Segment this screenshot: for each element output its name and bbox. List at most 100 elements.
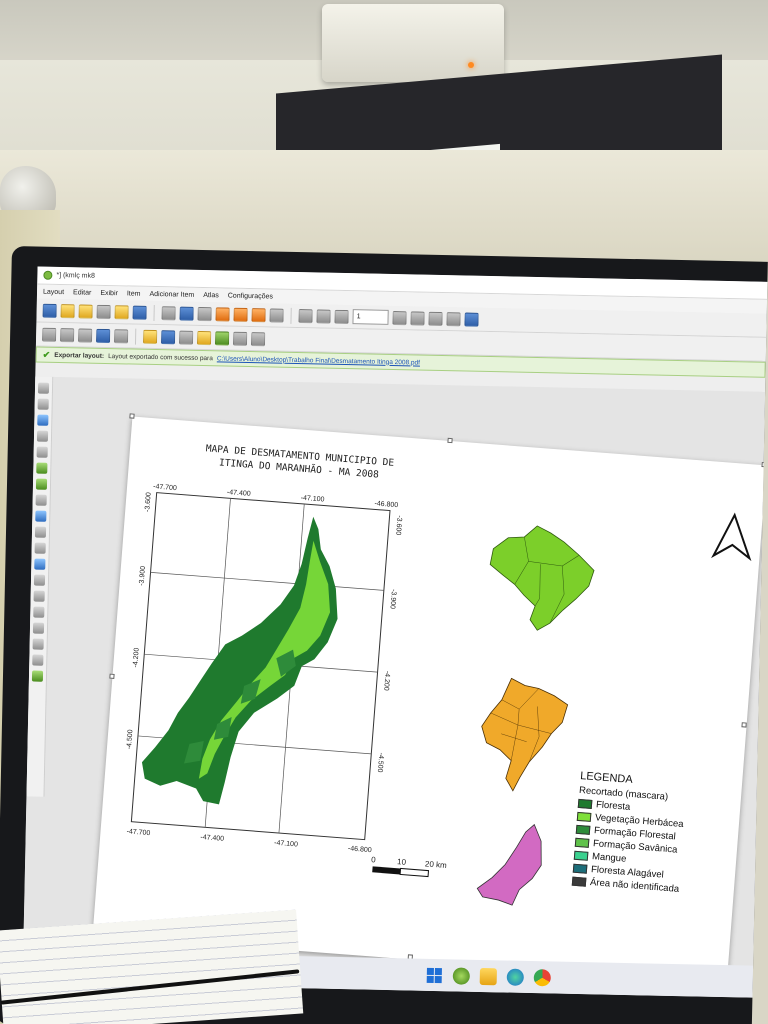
layout-manager-icon[interactable] (96, 304, 111, 319)
export-atlas-icon[interactable] (446, 311, 461, 326)
zoom-in-icon[interactable] (42, 327, 57, 342)
align-items-icon[interactable] (214, 330, 230, 346)
selection-handle[interactable] (741, 722, 747, 728)
right-tick-label: -3.600 (394, 515, 403, 535)
add-fixed-table-icon[interactable] (31, 670, 44, 682)
add-picture-icon[interactable] (35, 494, 47, 506)
add-north-arrow-icon[interactable] (34, 558, 46, 570)
layout-canvas[interactable]: MAPA DE DESMATAMENTO MUNICIPIO DE ITINGA… (22, 376, 767, 998)
message-title: Exportar layout: (54, 351, 105, 360)
new-layout-icon[interactable] (60, 303, 75, 318)
previous-feature-icon[interactable] (334, 309, 349, 324)
menu-configuracoes[interactable]: Configurações (228, 292, 273, 300)
print-icon[interactable] (179, 306, 194, 321)
left-tick-label: -4.200 (132, 647, 141, 667)
menu-atlas[interactable]: Atlas (203, 292, 219, 299)
undo-icon[interactable] (251, 307, 266, 322)
atlas-page-field[interactable]: 1 (352, 309, 389, 325)
inset-brazil-map[interactable] (477, 518, 607, 639)
add-shape-icon[interactable] (33, 574, 46, 586)
scale-bar[interactable]: 0 10 20 km (367, 852, 479, 890)
add-scalebar-icon[interactable] (34, 542, 46, 554)
refresh-icon[interactable] (96, 328, 111, 343)
add-attribute-table-icon[interactable] (32, 654, 44, 666)
map-title: MAPA DE DESMATAMENTO MUNICIPIO DE ITINGA… (199, 442, 400, 483)
windows-icon[interactable] (425, 966, 442, 983)
north-arrow-icon[interactable] (709, 509, 757, 564)
zoom-tool-icon[interactable] (37, 398, 49, 410)
open-folder-icon[interactable] (114, 304, 129, 319)
main-map[interactable]: -47.700 -47.400 -47.100 -46.800 -47.700 -47.4… (111, 477, 409, 877)
lock-items-icon[interactable] (113, 328, 129, 343)
atlas-preview-icon[interactable] (298, 308, 313, 323)
top-tick-label: -47.700 (153, 483, 177, 492)
redo-icon[interactable] (269, 307, 284, 323)
add-3d-map-icon[interactable] (35, 478, 48, 490)
group-items-icon[interactable] (142, 329, 158, 344)
toolbar-separator (290, 307, 292, 324)
pan-hand-icon[interactable] (37, 382, 50, 394)
selection-handle[interactable] (109, 673, 115, 679)
monitor: *] (kmlç mk8 Layout Editar Exibir Item A… (0, 246, 768, 1024)
last-feature-icon[interactable] (410, 310, 425, 326)
chrome-icon[interactable] (533, 968, 551, 986)
zoom-full-icon[interactable] (78, 327, 93, 343)
duplicate-layout-icon[interactable] (78, 303, 93, 319)
edge-icon[interactable] (506, 968, 524, 986)
menu-editar[interactable]: Editar (73, 289, 91, 296)
inset-itinga-map[interactable] (472, 816, 559, 912)
print-atlas-icon[interactable] (428, 311, 443, 326)
add-html-icon[interactable] (32, 638, 44, 650)
add-node-item-icon[interactable] (32, 622, 45, 634)
selection-handle[interactable] (447, 437, 453, 444)
selection-handle[interactable] (761, 461, 767, 468)
screen: *] (kmlç mk8 Layout Editar Exibir Item A… (22, 266, 768, 998)
ungroup-items-icon[interactable] (160, 329, 176, 344)
export-path-link[interactable]: C:\Users\Aluno\Desktop\Trabalho Final\De… (217, 355, 420, 366)
resize-items-icon[interactable] (250, 331, 266, 346)
raise-items-icon[interactable] (178, 330, 194, 345)
export-image-icon[interactable] (197, 306, 212, 321)
file-explorer-icon[interactable] (479, 967, 497, 985)
select-move-icon[interactable] (37, 414, 49, 426)
menu-item[interactable]: Item (127, 290, 141, 297)
legend-swatch (572, 863, 588, 874)
menu-exibir[interactable]: Exibir (100, 289, 118, 296)
next-feature-icon[interactable] (392, 310, 407, 325)
edit-nodes-icon[interactable] (36, 446, 48, 458)
export-pdf-icon[interactable] (233, 307, 248, 322)
menu-layout[interactable]: Layout (43, 288, 64, 295)
itinga-inset-shape (476, 823, 542, 906)
message-text: Layout exportado com sucesso para (108, 352, 213, 362)
add-page-icon[interactable] (161, 305, 176, 320)
first-feature-icon[interactable] (316, 308, 331, 324)
legend-swatch (571, 876, 587, 887)
add-label-icon[interactable] (35, 510, 47, 522)
qgis-icon[interactable] (452, 966, 470, 985)
add-legend-icon[interactable] (34, 526, 47, 538)
legend-swatch (575, 824, 591, 835)
top-tick-label: -47.400 (227, 489, 251, 498)
move-content-icon[interactable] (36, 430, 49, 442)
brazil-shape (489, 525, 595, 631)
add-arrow-icon[interactable] (33, 606, 45, 618)
menu-adicionar-item[interactable]: Adicionar Item (149, 290, 194, 298)
selection-handle[interactable] (129, 413, 135, 419)
scale-label-20: 20 km (425, 859, 448, 870)
lower-items-icon[interactable] (196, 330, 212, 345)
atlas-settings-icon[interactable] (464, 311, 479, 327)
zoom-out-icon[interactable] (60, 327, 75, 342)
left-tick-label: -4.500 (126, 729, 135, 749)
add-marker-icon[interactable] (33, 590, 45, 602)
right-tick-label: -4.200 (382, 671, 391, 691)
export-svg-icon[interactable] (215, 306, 230, 322)
inset-maranhao-map[interactable] (473, 672, 582, 799)
save-template-icon[interactable] (132, 305, 147, 320)
left-tick-label: -3.600 (144, 492, 153, 512)
bottom-tick-label: -46.800 (348, 845, 372, 854)
save-icon[interactable] (42, 303, 57, 318)
layout-page: MAPA DE DESMATAMENTO MUNICIPIO DE ITINGA… (89, 413, 767, 984)
map-legend[interactable]: LEGENDA Recortado (mascara) Floresta Veg… (571, 770, 741, 900)
distribute-items-icon[interactable] (232, 331, 248, 346)
add-map-icon[interactable] (36, 462, 48, 474)
